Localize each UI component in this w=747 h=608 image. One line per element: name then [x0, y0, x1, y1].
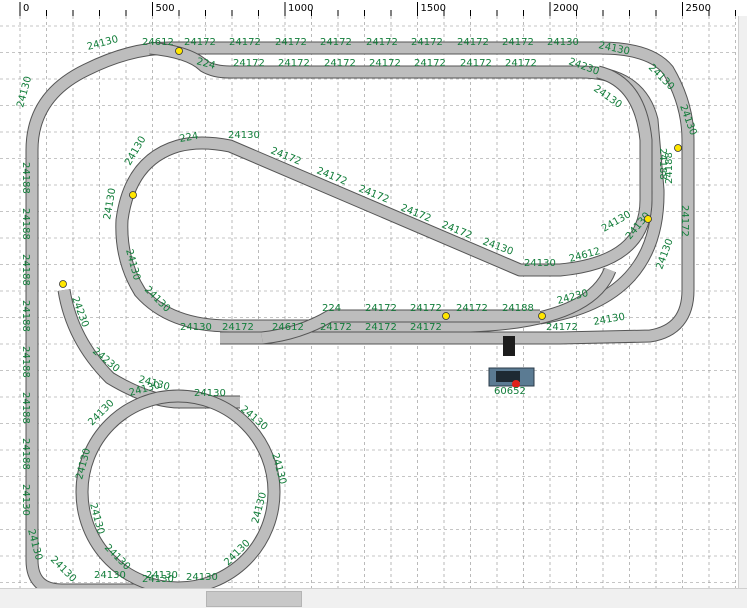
- track-label: 24172: [184, 37, 216, 48]
- track-label: 24172: [275, 37, 307, 48]
- track-label: 24172: [411, 37, 443, 48]
- track-label: 24172: [233, 58, 265, 69]
- yellow-signal-icon[interactable]: [175, 47, 183, 55]
- track-label: 24130: [102, 187, 118, 220]
- track-label: 24188: [20, 438, 31, 470]
- track-label: 24130: [547, 37, 579, 48]
- locomotive-label: 60652: [494, 386, 526, 397]
- ruler-label: 1500: [421, 3, 446, 14]
- buffer-stop-icon: [503, 336, 515, 356]
- tracks: [25, 41, 695, 588]
- track-label: 24172: [278, 58, 310, 69]
- grid: [0, 16, 738, 588]
- track-label: 24130: [654, 237, 675, 271]
- track-label: 24172: [502, 37, 534, 48]
- vertical-scrollbar[interactable]: [738, 16, 747, 588]
- track-label: 24130: [194, 388, 226, 399]
- track-label: 24172: [365, 322, 397, 333]
- track-label: 24130: [86, 34, 120, 53]
- ruler-scale: 0 500 1000 1500 2000 2500: [19, 2, 736, 16]
- track-label: 24612: [142, 37, 174, 48]
- yellow-signal-icon[interactable]: [674, 144, 682, 152]
- track-label: 24172: [366, 37, 398, 48]
- track-label: 24130: [593, 312, 626, 328]
- track-label: 24130: [48, 554, 78, 584]
- track-label: 24172: [679, 205, 690, 237]
- track-label: 24172: [222, 322, 254, 333]
- ruler-label: 1000: [288, 3, 313, 14]
- track-label: 24188: [20, 254, 31, 286]
- yellow-signal-icon[interactable]: [442, 312, 450, 320]
- track-label: 24172: [324, 58, 356, 69]
- track-label: 24188: [20, 392, 31, 424]
- track-label: 24172: [229, 37, 261, 48]
- horizontal-scrollbar[interactable]: [0, 588, 747, 608]
- track-label: 24188: [20, 162, 31, 194]
- track-label: 24188: [502, 303, 534, 314]
- track-label: 24130: [146, 570, 178, 581]
- track-label: 24172: [410, 303, 442, 314]
- inner-return-track[interactable]: [149, 41, 665, 325]
- track-label: 24130: [180, 322, 212, 333]
- track-label: 24188: [657, 148, 668, 180]
- track-label: 24172: [369, 58, 401, 69]
- inner-return-track[interactable]: [149, 42, 664, 324]
- track-label: 224: [322, 303, 341, 314]
- track-label: 24172: [410, 322, 442, 333]
- track-label: 24172: [365, 303, 397, 314]
- track-label: 24130: [20, 484, 31, 516]
- track-label: 24612: [272, 322, 304, 333]
- yellow-signal-icon[interactable]: [59, 280, 67, 288]
- yellow-signal-icon[interactable]: [644, 215, 652, 223]
- track-label: 24188: [20, 208, 31, 240]
- track-label: 24130: [524, 258, 556, 269]
- track-label: 24172: [460, 58, 492, 69]
- track-label: 24172: [505, 58, 537, 69]
- ruler-label: 2000: [553, 3, 578, 14]
- track-label: 24130: [186, 572, 218, 583]
- ruler: 0 500 1000 1500 2000 2500: [0, 0, 747, 17]
- lower-loop-track[interactable]: [76, 390, 280, 588]
- track-label: 24172: [414, 58, 446, 69]
- yellow-signal-icon[interactable]: [129, 191, 137, 199]
- track-label: 24188: [20, 300, 31, 332]
- yellow-signal-icon[interactable]: [538, 312, 546, 320]
- locomotive-icon[interactable]: [488, 367, 535, 388]
- scrollbar-thumb[interactable]: [206, 591, 302, 607]
- layout-canvas[interactable]: 24130 24612 24172 24172 24172 24172 2417…: [0, 16, 738, 588]
- track-label: 24172: [456, 303, 488, 314]
- track-label: 24172: [457, 37, 489, 48]
- track-plan: 24130 24612 24172 24172 24172 24172 2417…: [0, 16, 738, 588]
- track-label: 24188: [20, 346, 31, 378]
- track-label: 24172: [546, 322, 578, 333]
- track-label: 24130: [228, 130, 260, 141]
- ruler-label: 500: [156, 3, 175, 14]
- ruler-label: 0: [23, 3, 29, 14]
- track-label: 24130: [94, 570, 126, 581]
- track-label: 24172: [320, 37, 352, 48]
- track-label: 24172: [320, 322, 352, 333]
- ruler-label: 2500: [686, 3, 711, 14]
- track-label: 24130: [15, 75, 34, 109]
